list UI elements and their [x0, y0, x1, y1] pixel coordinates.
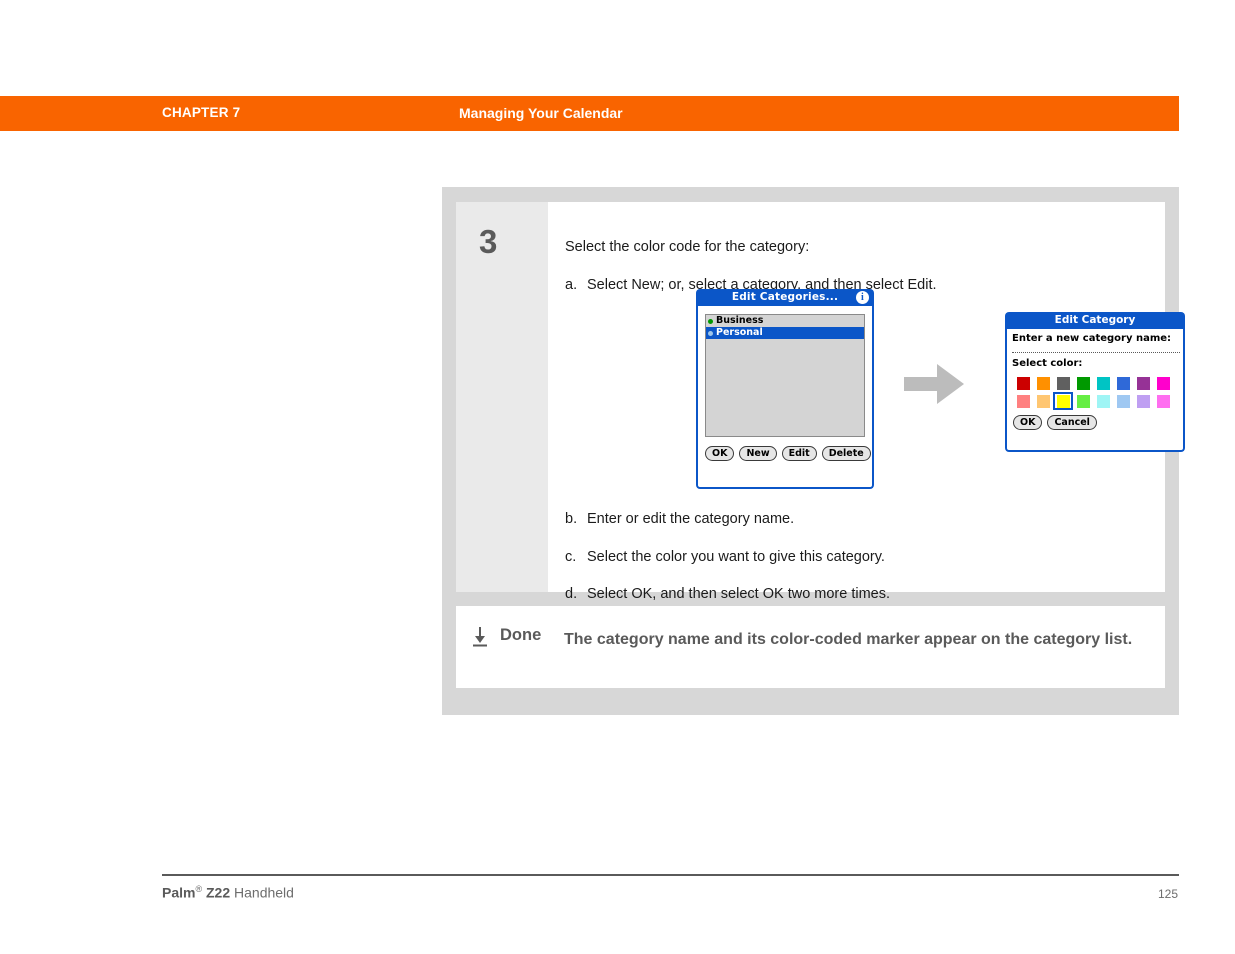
color-swatch — [1096, 376, 1110, 390]
color-swatch-cell[interactable] — [1113, 392, 1133, 410]
color-swatch — [1096, 394, 1110, 408]
download-arrow-icon — [471, 626, 489, 648]
substep-c: c. Select the color you want to give this… — [565, 549, 885, 565]
new-button[interactable]: New — [739, 446, 777, 461]
color-swatch-cell[interactable] — [1033, 392, 1053, 410]
category-name-input[interactable] — [1012, 351, 1180, 353]
done-label: Done — [500, 626, 542, 644]
category-list[interactable]: Business Personal — [705, 314, 865, 437]
edit-category-title: Edit Category — [1054, 314, 1136, 326]
substep-b-marker: b. — [565, 511, 578, 527]
color-swatch — [1036, 376, 1050, 390]
color-swatch — [1076, 394, 1090, 408]
page-number: 125 — [1158, 887, 1179, 901]
step-container: 3 Select the color code for the category… — [442, 187, 1185, 715]
color-swatch-cell[interactable] — [1133, 374, 1153, 392]
select-color-label: Select color: — [1012, 358, 1083, 369]
done-text: The category name and its color-coded ma… — [564, 631, 1133, 648]
footer-product-model: Z22 — [206, 884, 231, 901]
step-lead-text: Select the color code for the category: — [565, 239, 810, 255]
substep-d: d. Select OK, and then select OK two more… — [565, 586, 890, 602]
category-color-dot — [708, 330, 713, 336]
color-swatch-cell[interactable] — [1093, 392, 1113, 410]
step-number: 3 — [479, 223, 498, 260]
ok-button[interactable]: OK — [1013, 415, 1043, 430]
color-swatch-grid — [1013, 374, 1173, 410]
chapter-label: CHAPTER 7 — [162, 105, 241, 120]
category-name: Business — [716, 315, 764, 326]
color-swatch — [1116, 394, 1130, 408]
edit-categories-button-row: OK New Edit Delete — [705, 446, 871, 461]
color-swatch — [1156, 376, 1170, 390]
color-swatch-cell[interactable] — [1013, 392, 1033, 410]
edit-category-dialog: Edit Category Enter a new category name:… — [1005, 312, 1185, 452]
edit-categories-title: Edit Categories... — [731, 291, 839, 303]
edit-categories-titlebar: Edit Categories... i — [696, 289, 874, 306]
color-swatch — [1056, 376, 1070, 390]
footer-product-suffix: Handheld — [230, 884, 294, 901]
color-swatch — [1136, 376, 1150, 390]
footer-product: Palm® Z22 Handheld — [162, 884, 294, 901]
category-name: Personal — [716, 327, 763, 338]
color-swatch — [1016, 394, 1030, 408]
color-swatch — [1016, 376, 1030, 390]
step-number-column: 3 — [456, 202, 548, 592]
right-arrow-icon — [904, 362, 966, 406]
registered-mark-icon: ® — [195, 884, 203, 894]
category-name-prompt: Enter a new category name: — [1012, 333, 1172, 344]
color-swatch-cell[interactable] — [1153, 374, 1173, 392]
substep-b-text: Enter or edit the category name. — [587, 511, 795, 527]
category-color-dot — [708, 318, 713, 324]
delete-button[interactable]: Delete — [821, 446, 871, 461]
list-item[interactable]: Business — [706, 315, 864, 327]
color-swatch-cell-selected[interactable] — [1053, 392, 1073, 410]
color-swatch-cell[interactable] — [1133, 392, 1153, 410]
chapter-title: Managing Your Calendar — [459, 105, 623, 121]
footer-divider — [162, 874, 1179, 876]
done-panel: Done The category name and its color-cod… — [456, 606, 1165, 688]
color-swatch-cell[interactable] — [1073, 374, 1093, 392]
edit-category-titlebar: Edit Category — [1005, 312, 1185, 329]
color-swatch — [1056, 394, 1070, 408]
color-swatch — [1156, 394, 1170, 408]
color-swatch — [1076, 376, 1090, 390]
color-swatch-cell[interactable] — [1033, 374, 1053, 392]
color-swatch — [1036, 394, 1050, 408]
substep-d-marker: d. — [565, 586, 578, 602]
color-swatch-cell[interactable] — [1113, 374, 1133, 392]
color-swatch-cell[interactable] — [1053, 374, 1073, 392]
color-swatch-cell[interactable] — [1073, 392, 1093, 410]
edit-categories-dialog: Edit Categories... i Business Personal O… — [696, 289, 874, 489]
substep-c-text: Select the color you want to give this c… — [587, 549, 885, 565]
info-icon[interactable]: i — [856, 291, 869, 304]
footer-product-brand: Palm — [162, 884, 196, 901]
step-panel: 3 Select the color code for the category… — [456, 202, 1185, 602]
step-body: Select the color code for the category: … — [548, 202, 1185, 602]
chapter-header-bar: CHAPTER 7 Managing Your Calendar — [0, 96, 1179, 131]
color-swatch-cell[interactable] — [1153, 392, 1173, 410]
ok-button[interactable]: OK — [705, 446, 735, 461]
color-swatch — [1136, 394, 1150, 408]
substep-d-text: Select OK, and then select OK two more t… — [587, 586, 891, 602]
cancel-button[interactable]: Cancel — [1047, 415, 1097, 430]
color-swatch — [1116, 376, 1130, 390]
list-item[interactable]: Personal — [706, 327, 864, 339]
substep-c-marker: c. — [565, 549, 577, 565]
substep-a-marker: a. — [565, 277, 578, 293]
edit-category-button-row: OK Cancel — [1013, 415, 1097, 430]
edit-button[interactable]: Edit — [781, 446, 817, 461]
substep-b: b. Enter or edit the category name. — [565, 511, 794, 527]
color-swatch-cell[interactable] — [1093, 374, 1113, 392]
color-swatch-cell[interactable] — [1013, 374, 1033, 392]
